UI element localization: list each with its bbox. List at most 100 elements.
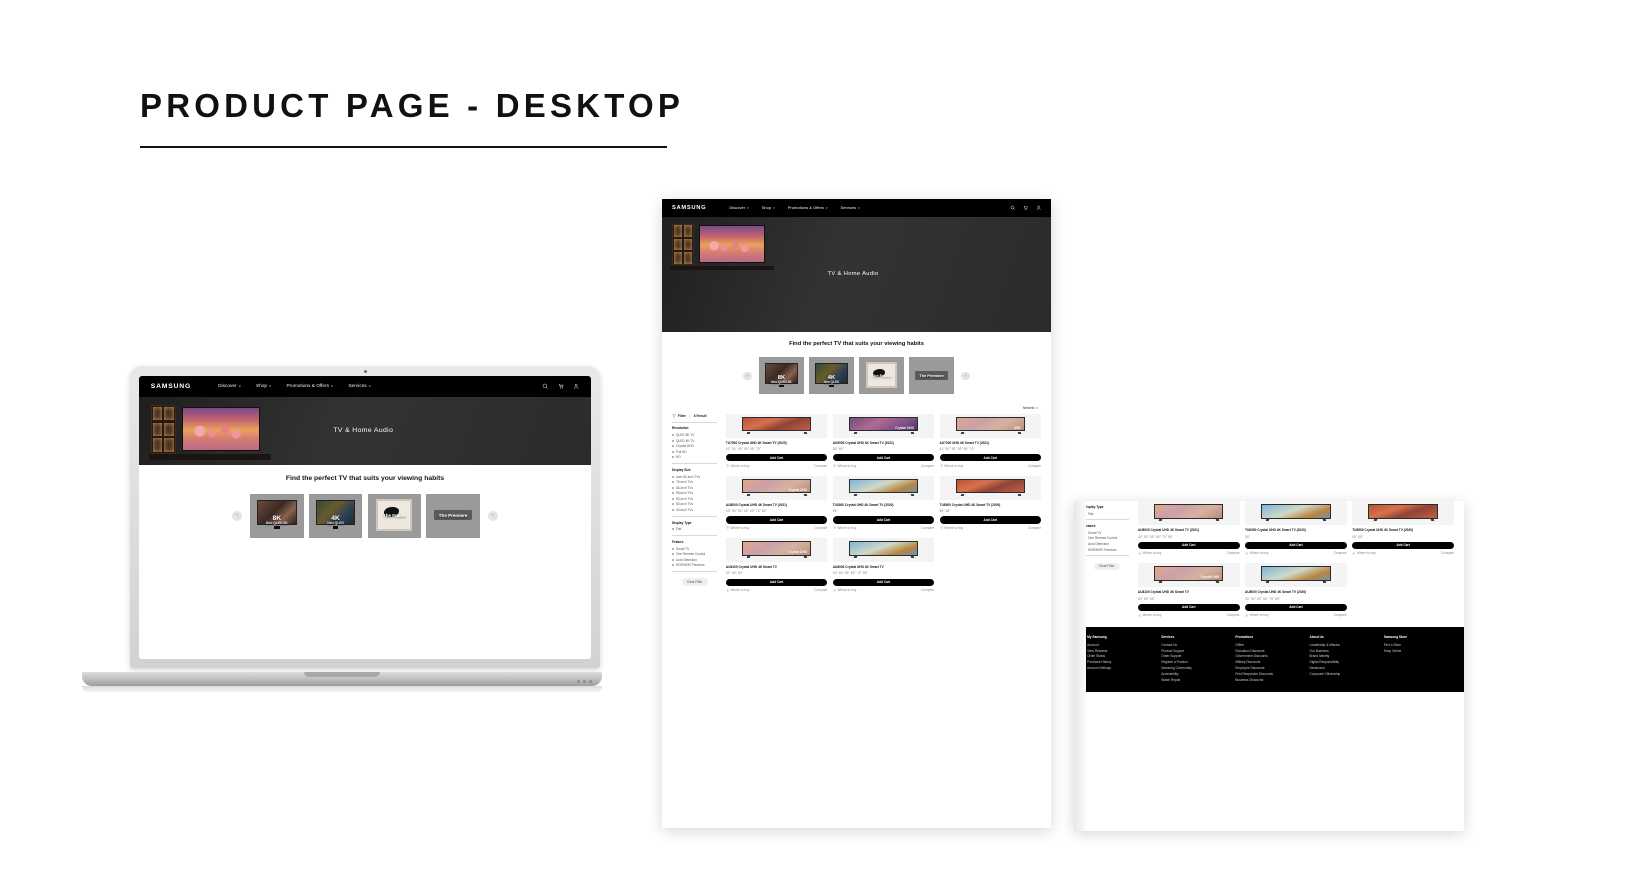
compare-link[interactable]: Compare <box>921 464 934 468</box>
checkbox-icon[interactable] <box>672 497 675 500</box>
where-to-buy-link[interactable]: Where to buy <box>940 464 963 468</box>
compare-link[interactable]: Compare <box>814 588 827 592</box>
filter-option[interactable]: Full HD <box>672 450 717 454</box>
add-cart-button[interactable]: Add Cart <box>832 578 935 586</box>
checkbox-icon[interactable] <box>672 528 675 531</box>
footer-link[interactable]: Find a Store <box>1384 643 1451 647</box>
add-cart-button[interactable]: Add Cart <box>1352 541 1454 549</box>
brand-logo[interactable]: SAMSUNG <box>151 383 191 390</box>
nav-account-icon[interactable] <box>573 383 579 389</box>
compare-link[interactable]: Compare <box>1334 613 1347 617</box>
clear-filter-button[interactable]: Clear Filter <box>1093 562 1120 571</box>
filter-option[interactable]: One Remote Control <box>1084 536 1129 540</box>
where-to-buy-link[interactable]: Where to buy <box>1138 613 1162 617</box>
finder-tile-4[interactable]: The Premiere <box>908 357 955 395</box>
where-to-buy-link[interactable]: Where to buy <box>726 526 750 530</box>
nav-search-icon[interactable] <box>1010 205 1015 211</box>
nav-item-discover[interactable]: Discover v <box>218 384 240 389</box>
product-name[interactable]: TU8500 Crystal UHD 4K Smart TV (2020) <box>940 503 1041 507</box>
product-name[interactable]: AU8000 Crystal UHD 4K Smart TV <box>833 565 934 569</box>
product-card[interactable]: TU8300 Crystal UHD 4K Smart TV (2020) 55"… <box>832 475 935 530</box>
carousel-next-button[interactable]: › <box>487 510 498 521</box>
where-to-buy-link[interactable]: Where to buy <box>833 588 856 592</box>
filter-option[interactable]: Auto Detection <box>1084 542 1129 546</box>
product-name[interactable]: AU8000 Crystal UHD 4K Smart TV (2021) <box>1138 528 1240 532</box>
footer-link[interactable]: Offers <box>1235 643 1302 647</box>
add-cart-button[interactable]: Add Cart <box>939 516 1041 524</box>
where-to-buy-link[interactable]: Where to buy <box>726 588 750 592</box>
footer-link[interactable]: Shop Online <box>1384 649 1451 653</box>
filter-option[interactable]: One Remote Control <box>672 552 717 556</box>
filter-option[interactable]: Smart TV <box>1084 531 1129 535</box>
footer-link[interactable]: Accessibility <box>1161 672 1228 676</box>
filter-option[interactable]: Smart TV <box>672 547 717 551</box>
footer-link[interactable]: Purchase History <box>1087 660 1154 664</box>
compare-link[interactable]: Compare <box>1028 526 1041 530</box>
checkbox-icon[interactable] <box>672 492 675 495</box>
where-to-buy-link[interactable]: Where to buy <box>726 464 750 468</box>
product-name[interactable]: TU7000 Crystal UHD 4K Smart TV (2020) <box>726 441 827 445</box>
finder-tile-3[interactable]: The Frame <box>367 494 422 538</box>
footer-link[interactable]: Order Support <box>1161 654 1228 658</box>
add-cart-button[interactable]: Add Cart <box>725 578 828 586</box>
footer-link[interactable]: View Rewards <box>1087 649 1154 653</box>
footer-link[interactable]: Watch Repair <box>1161 678 1228 682</box>
checkbox-icon[interactable] <box>672 564 675 567</box>
compare-link[interactable]: Compare <box>1441 551 1454 555</box>
nav-cart-icon[interactable] <box>1023 205 1028 210</box>
finder-tile-2[interactable]: 4K Neo QLED <box>808 357 855 395</box>
footer-link[interactable]: Brand Identity <box>1310 654 1377 658</box>
compare-link[interactable]: Compare <box>814 464 827 468</box>
footer-link[interactable]: Product Support <box>1161 649 1228 653</box>
finder-tile-4[interactable]: The Premiere <box>426 494 480 538</box>
checkbox-icon[interactable] <box>672 439 675 442</box>
product-name[interactable]: AU8000 Crystal UHD 4K Smart TV (2020) <box>1245 590 1347 594</box>
footer-link[interactable]: Education Discounts <box>1235 649 1302 653</box>
product-card[interactable]: UHD AU7000 UHD 4K Smart TV (2021) 43" 50" … <box>939 413 1041 468</box>
compare-link[interactable]: Compare <box>1334 551 1347 555</box>
nav-item-services[interactable]: Services v <box>841 205 860 210</box>
product-name[interactable]: AU7000 UHD 4K Smart TV (2021) <box>940 441 1041 445</box>
nav-item-shop[interactable]: Shop v <box>256 384 271 389</box>
carousel-prev-button[interactable]: ‹ <box>232 510 243 521</box>
clear-filter-button[interactable]: Clear Filter <box>681 578 708 587</box>
add-cart-button[interactable]: Add Cart <box>725 516 828 524</box>
where-to-buy-link[interactable]: Where to buy <box>1138 551 1162 555</box>
checkbox-icon[interactable] <box>672 445 675 448</box>
filter-option[interactable]: 50-inch TVs <box>672 497 717 501</box>
brand-logo[interactable]: SAMSUNG <box>672 205 706 211</box>
product-card[interactable]: Crystal UHD AU8100 Crystal UHD 4K Smart T… <box>1137 563 1240 617</box>
nav-item-discover[interactable]: Discover v <box>729 205 748 210</box>
footer-link[interactable]: Leadership & Mission <box>1310 643 1377 647</box>
compare-link[interactable]: Compare <box>1227 613 1240 617</box>
finder-tile-3[interactable]: The Frame <box>858 357 905 395</box>
filter-option[interactable]: HDR/HDR Premium <box>1084 548 1129 552</box>
product-card[interactable]: TU8300 Crystal UHD 4K Smart TV (2020) 55"… <box>1245 501 1347 555</box>
filter-option[interactable]: Auto Detection <box>672 558 717 562</box>
product-card[interactable]: AU8000 Crystal UHD 4K Smart TV (2020) 43"… <box>1245 563 1347 617</box>
footer-link[interactable]: Digital Responsibility <box>1310 660 1377 664</box>
filter-option[interactable]: 55-inch TVs <box>672 491 717 495</box>
product-card[interactable]: Crystal UHD AU8100 Crystal UHD 4K Smart T… <box>725 537 828 592</box>
nav-item-shop[interactable]: Shop v <box>762 205 775 210</box>
where-to-buy-link[interactable]: Where to buy <box>1245 551 1269 555</box>
where-to-buy-link[interactable]: Where to buy <box>940 526 963 530</box>
filter-option[interactable]: Crystal UHD <box>672 444 717 448</box>
product-card[interactable]: AU8000 Crystal UHD 4K Smart TV (2021) 43"… <box>1137 501 1240 555</box>
where-to-buy-link[interactable]: Where to buy <box>1352 551 1376 555</box>
checkbox-icon[interactable] <box>672 486 675 489</box>
product-name[interactable]: TU8500 Crystal UHD 4K Smart TV (2020) <box>1352 528 1454 532</box>
product-name[interactable]: TU8300 Crystal UHD 4K Smart TV (2020) <box>833 503 934 507</box>
filter-option[interactable]: 50-inch TVs <box>672 502 717 506</box>
filter-option[interactable]: 65-inch TVs <box>672 486 717 490</box>
checkbox-icon[interactable] <box>672 456 675 459</box>
footer-link[interactable]: Business Discounts <box>1235 678 1302 682</box>
add-cart-button[interactable]: Add Cart <box>1137 541 1240 549</box>
filter-option[interactable]: Flat <box>1084 512 1129 516</box>
nav-item-promotions-offers[interactable]: Promotions & Offers v <box>788 205 828 210</box>
checkbox-icon[interactable] <box>672 547 675 550</box>
footer-link[interactable]: Military Discounts <box>1235 660 1302 664</box>
product-card[interactable]: TU8500 Crystal UHD 4K Smart TV (2020) 55"… <box>939 475 1041 530</box>
compare-link[interactable]: Compare <box>1028 464 1041 468</box>
nav-item-services[interactable]: Services v <box>348 384 370 389</box>
